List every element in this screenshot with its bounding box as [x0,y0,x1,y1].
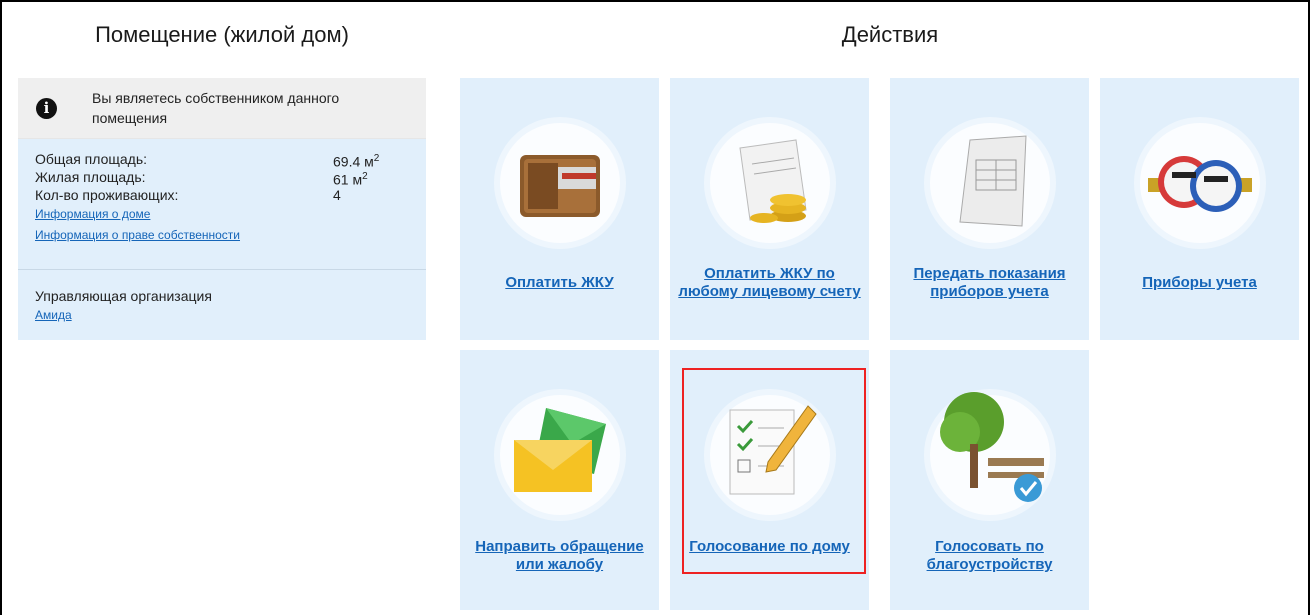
bill-coins-icon [739,139,807,223]
house-info-link[interactable]: Информация о доме [35,204,405,225]
info-icon: i [36,98,57,119]
stat-living-area: Жилая площадь: 61 м2 [35,169,368,188]
pay-any-account-link[interactable]: Оплатить ЖКУ по любому лицевому счету [678,265,861,301]
highlight-frame [682,368,866,574]
management-org-label: Управляющая организация [35,288,212,304]
water-meter-icon [1148,156,1252,212]
readings-sheet-icon [959,135,1027,227]
stat-total-area: Общая площадь: 69.4 м2 [35,151,380,170]
stat-residents: Кол-во проживающих: 4 [35,187,341,203]
management-org-link[interactable]: Амида [35,308,72,322]
wallet-icon [520,155,600,217]
ownership-info-link[interactable]: Информация о праве собственности [35,225,405,246]
actions-title: Действия [841,22,939,47]
property-stats: Общая площадь: 69.4 м2 Жилая площадь: 61… [35,150,405,246]
property-title: Помещение (жилой дом) [95,22,349,47]
meters-link[interactable]: Приборы учета [1108,274,1291,292]
owner-notice: i Вы являетесь собственником данного пом… [18,78,426,139]
tile-meters[interactable]: Приборы учета [1100,78,1299,340]
property-info-panel: i Вы являетесь собственником данного пом… [18,78,426,340]
tile-pay-any-account[interactable]: Оплатить ЖКУ по любому лицевому счету [670,78,869,340]
envelopes-icon [514,408,606,492]
pay-utilities-link[interactable]: Оплатить ЖКУ [468,274,651,292]
owner-notice-text: Вы являетесь собственником данного помещ… [92,90,340,126]
tile-send-appeal[interactable]: Направить обращение или жалобу [460,350,659,610]
tile-submit-readings[interactable]: Передать показания приборов учета [890,78,1089,340]
submit-readings-link[interactable]: Передать показания приборов учета [898,265,1081,301]
send-appeal-link[interactable]: Направить обращение или жалобу [468,538,651,574]
improvement-voting-link[interactable]: Голосовать по благоустройству [898,538,1081,574]
tile-improvement-voting[interactable]: Голосовать по благоустройству [890,350,1089,610]
divider [18,269,426,270]
tree-bench-icon [940,392,1044,502]
tile-pay-utilities[interactable]: Оплатить ЖКУ [460,78,659,340]
